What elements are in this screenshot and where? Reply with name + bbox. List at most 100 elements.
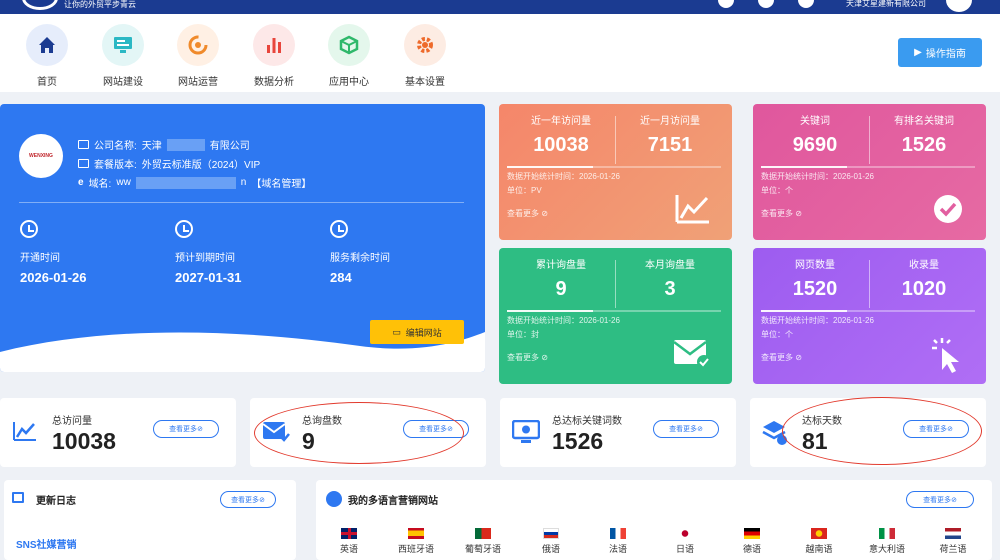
date-label: 服务剩余时间	[330, 253, 390, 264]
view-more-link[interactable]: 查看更多 ⊘	[507, 208, 548, 219]
cube-icon	[328, 24, 370, 66]
nav-label: 基本设置	[405, 77, 445, 88]
progress-bar	[761, 310, 975, 312]
domain-manage-link[interactable]: 【域名管理】	[251, 175, 311, 190]
highlight-ellipse	[782, 397, 982, 465]
france-flag-icon	[610, 528, 626, 539]
stat-start-date: 数据开始统计时间：2026-01-26	[761, 172, 874, 181]
panel-title: 我的多语言营销网站	[348, 496, 438, 507]
progress-bar	[507, 310, 721, 312]
clock-icon	[175, 220, 193, 238]
nav-item-site-build[interactable]: 网站建设	[88, 24, 158, 88]
mail-check-icon	[673, 340, 711, 369]
nav-item-home[interactable]: 首页	[12, 24, 82, 88]
open-date: 开通时间 2026-01-26	[20, 220, 87, 285]
lang-japanese[interactable]: 日语	[658, 528, 712, 555]
top-bar: 让你的外贸平步青云 天津艾星建新有限公司	[0, 0, 1000, 14]
company-logo: WENXING	[19, 134, 63, 178]
expire-date: 预计到期时间 2027-01-31	[175, 220, 242, 285]
click-pointer-icon	[932, 338, 959, 373]
italy-flag-icon	[879, 528, 895, 539]
nav-label: 网站建设	[103, 77, 143, 88]
view-more-button[interactable]: 查看更多 ⊘	[153, 420, 219, 438]
view-more-button[interactable]: 查看更多 ⊘	[220, 491, 276, 508]
lang-russian[interactable]: 俄语	[524, 528, 578, 555]
log-item[interactable]: SNS社媒营销	[16, 536, 77, 551]
date-value: 284	[330, 270, 352, 285]
stat-value: 7151	[647, 134, 693, 156]
stat-start-date: 数据开始统计时间：2026-01-26	[507, 172, 620, 181]
panel-title: 更新日志	[36, 496, 76, 507]
stat-heading: 收录量	[909, 260, 939, 271]
stat-value: 9	[555, 278, 567, 300]
view-more-link[interactable]: 查看更多 ⊘	[761, 208, 802, 219]
lang-portuguese[interactable]: 葡萄牙语	[456, 528, 510, 555]
log-icon	[12, 492, 24, 503]
stat-heading: 网页数量	[795, 260, 835, 271]
redaction-block	[166, 138, 205, 151]
brand-logo[interactable]	[22, 0, 58, 10]
stat-heading: 近一年访问量	[531, 116, 591, 127]
date-label: 开通时间	[20, 253, 60, 264]
nav-item-site-ops[interactable]: 网站运营	[163, 24, 233, 88]
view-more-button[interactable]: 查看更多 ⊘	[653, 420, 719, 438]
cycle-icon	[177, 24, 219, 66]
name-label: 公司名称:	[94, 141, 137, 152]
stat-value: 1020	[901, 278, 947, 300]
stat-unit: 单位：PV	[507, 186, 542, 195]
domain-suffix: n	[240, 177, 247, 188]
lang-dutch[interactable]: 荷兰语	[926, 528, 980, 555]
company-name[interactable]: 天津艾星建新有限公司	[846, 0, 926, 8]
edit-site-label: 编辑网站	[405, 327, 442, 338]
view-more-link[interactable]: 查看更多 ⊘	[507, 352, 548, 363]
nav-item-settings[interactable]: 基本设置	[390, 24, 460, 88]
japan-flag-icon	[677, 528, 693, 539]
lang-german[interactable]: 德语	[725, 528, 779, 555]
progress-bar	[761, 166, 975, 168]
update-log-panel: 更新日志 查看更多 ⊘ SNS社媒营销	[4, 480, 296, 560]
bar-chart-icon	[253, 24, 295, 66]
stat-value: 9690	[792, 134, 838, 156]
divider	[19, 202, 464, 203]
stat-unit: 单位：封	[507, 330, 539, 339]
ie-icon: e	[78, 177, 84, 188]
home-icon	[26, 24, 68, 66]
company-name-row: 公司名称: 天津 有限公司	[78, 137, 250, 152]
edit-site-button[interactable]: ▭ 编辑网站	[370, 320, 464, 344]
lang-spanish[interactable]: 西班牙语	[389, 528, 443, 555]
bell-icon[interactable]	[758, 0, 774, 8]
lang-french[interactable]: 法语	[591, 528, 645, 555]
lang-vietnamese[interactable]: 越南语	[792, 528, 846, 555]
vietnam-flag-icon	[811, 528, 827, 539]
globe-icon	[326, 491, 342, 507]
date-value: 2026-01-26	[20, 270, 87, 285]
summary-value: 10038	[52, 428, 116, 454]
message-icon[interactable]	[718, 0, 734, 8]
gear-icon	[404, 24, 446, 66]
netherlands-flag-icon	[945, 528, 961, 539]
check-circle-icon	[934, 195, 962, 223]
uk-flag-icon	[341, 528, 357, 539]
stat-heading: 累计询盘量	[536, 260, 586, 271]
portugal-flag-icon	[475, 528, 491, 539]
stat-value: 10038	[533, 134, 589, 156]
view-more-button[interactable]: 查看更多 ⊘	[906, 491, 974, 508]
help-icon[interactable]	[798, 0, 814, 8]
package-row: 套餐版本: 外贸云标准版（2024）VIP	[78, 156, 260, 171]
stat-start-date: 数据开始统计时间：2026-01-26	[507, 316, 620, 325]
avatar[interactable]	[946, 0, 972, 12]
summary-label: 总访问量	[52, 416, 92, 427]
keywords-stat-card: 关键词 9690 有排名关键词 1526 数据开始统计时间：2026-01-26…	[753, 104, 986, 240]
summary-value: 1526	[552, 428, 604, 454]
stat-value: 1526	[901, 134, 947, 156]
lang-italian[interactable]: 意大利语	[860, 528, 914, 555]
video-icon: ▶	[914, 47, 922, 58]
guide-button[interactable]: ▶ 操作指南	[898, 38, 982, 67]
nav-item-analytics[interactable]: 数据分析	[239, 24, 309, 88]
package-label: 套餐版本:	[94, 160, 137, 171]
view-more-link[interactable]: 查看更多 ⊘	[761, 352, 802, 363]
logo-text: WENXING	[29, 153, 53, 159]
lang-english[interactable]: 英语	[322, 528, 376, 555]
domain-label: 域名:	[88, 179, 112, 190]
nav-item-app-center[interactable]: 应用中心	[314, 24, 384, 88]
